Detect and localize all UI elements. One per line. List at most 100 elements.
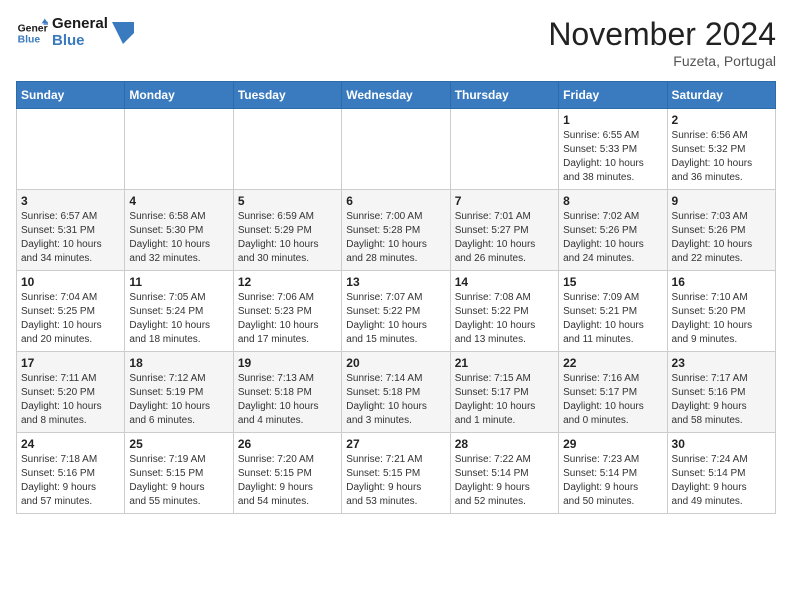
day-number: 8: [563, 194, 662, 208]
calendar-cell: 28Sunrise: 7:22 AM Sunset: 5:14 PM Dayli…: [450, 433, 558, 514]
day-number: 12: [238, 275, 337, 289]
day-number: 18: [129, 356, 228, 370]
day-number: 7: [455, 194, 554, 208]
day-number: 16: [672, 275, 771, 289]
day-number: 20: [346, 356, 445, 370]
calendar-cell: [342, 109, 450, 190]
day-info: Sunrise: 7:02 AM Sunset: 5:26 PM Dayligh…: [563, 210, 662, 266]
day-info: Sunrise: 7:07 AM Sunset: 5:22 PM Dayligh…: [346, 291, 445, 347]
calendar-cell: 19 Sunrise: 7:13 AM Sunset: 5:18 PM Dayli…: [233, 352, 341, 433]
day-info: Sunrise: 7:24 AM Sunset: 5:14 PM Dayligh…: [672, 453, 771, 509]
day-info: Sunrise: 7:17 AM Sunset: 5:16 PM Dayligh…: [672, 372, 771, 428]
day-number: 3: [21, 194, 120, 208]
logo: General Blue General Blue: [16, 16, 134, 49]
svg-text:General: General: [18, 23, 48, 34]
day-info: Sunrise: 6:56 AM Sunset: 5:32 PM Dayligh…: [672, 129, 771, 185]
day-number: 10: [21, 275, 120, 289]
week-row-1: 1Sunrise: 6:55 AM Sunset: 5:33 PM Daylig…: [17, 109, 776, 190]
header-row: SundayMondayTuesdayWednesdayThursdayFrid…: [17, 82, 776, 109]
day-info: Sunrise: 7:21 AM Sunset: 5:15 PM Dayligh…: [346, 453, 445, 509]
calendar-cell: 27 Sunrise: 7:21 AM Sunset: 5:15 PM Dayli…: [342, 433, 450, 514]
day-number: 23: [672, 356, 771, 370]
calendar-cell: 15Sunrise: 7:09 AM Sunset: 5:21 PM Dayli…: [559, 271, 667, 352]
svg-text:Blue: Blue: [18, 34, 41, 45]
day-info: Sunrise: 7:20 AM Sunset: 5:15 PM Dayligh…: [238, 453, 337, 509]
day-info: Sunrise: 7:12 AM Sunset: 5:19 PM Dayligh…: [129, 372, 228, 428]
day-number: 4: [129, 194, 228, 208]
day-info: Sunrise: 7:18 AM Sunset: 5:16 PM Dayligh…: [21, 453, 120, 509]
calendar-cell: 18 Sunrise: 7:12 AM Sunset: 5:19 PM Dayli…: [125, 352, 233, 433]
day-number: 11: [129, 275, 228, 289]
calendar-cell: 17Sunrise: 7:11 AM Sunset: 5:20 PM Dayli…: [17, 352, 125, 433]
day-number: 5: [238, 194, 337, 208]
logo-blue: Blue: [52, 33, 108, 50]
calendar-cell: [125, 109, 233, 190]
calendar-cell: 5 Sunrise: 6:59 AM Sunset: 5:29 PM Daylig…: [233, 190, 341, 271]
day-info: Sunrise: 7:15 AM Sunset: 5:17 PM Dayligh…: [455, 372, 554, 428]
day-info: Sunrise: 7:06 AM Sunset: 5:23 PM Dayligh…: [238, 291, 337, 347]
logo-chevron-icon: [112, 22, 134, 44]
day-info: Sunrise: 7:01 AM Sunset: 5:27 PM Dayligh…: [455, 210, 554, 266]
month-title: November 2024: [548, 16, 776, 53]
day-number: 26: [238, 437, 337, 451]
day-number: 2: [672, 113, 771, 127]
day-number: 25: [129, 437, 228, 451]
day-info: Sunrise: 7:00 AM Sunset: 5:28 PM Dayligh…: [346, 210, 445, 266]
day-header-monday: Monday: [125, 82, 233, 109]
week-row-5: 24 Sunrise: 7:18 AM Sunset: 5:16 PM Dayli…: [17, 433, 776, 514]
calendar-cell: 29Sunrise: 7:23 AM Sunset: 5:14 PM Dayli…: [559, 433, 667, 514]
day-info: Sunrise: 7:22 AM Sunset: 5:14 PM Dayligh…: [455, 453, 554, 509]
day-info: Sunrise: 7:10 AM Sunset: 5:20 PM Dayligh…: [672, 291, 771, 347]
calendar-cell: [17, 109, 125, 190]
calendar-cell: 6Sunrise: 7:00 AM Sunset: 5:28 PM Daylig…: [342, 190, 450, 271]
day-number: 15: [563, 275, 662, 289]
page-header: General Blue General Blue November 2024 …: [16, 16, 776, 69]
day-header-sunday: Sunday: [17, 82, 125, 109]
calendar-cell: 16 Sunrise: 7:10 AM Sunset: 5:20 PM Dayli…: [667, 271, 775, 352]
day-number: 21: [455, 356, 554, 370]
calendar-cell: 24 Sunrise: 7:18 AM Sunset: 5:16 PM Dayli…: [17, 433, 125, 514]
calendar-cell: 9Sunrise: 7:03 AM Sunset: 5:26 PM Daylig…: [667, 190, 775, 271]
calendar-cell: 1Sunrise: 6:55 AM Sunset: 5:33 PM Daylig…: [559, 109, 667, 190]
week-row-3: 10 Sunrise: 7:04 AM Sunset: 5:25 PM Dayli…: [17, 271, 776, 352]
day-number: 27: [346, 437, 445, 451]
title-block: November 2024 Fuzeta, Portugal: [548, 16, 776, 69]
day-info: Sunrise: 6:57 AM Sunset: 5:31 PM Dayligh…: [21, 210, 120, 266]
day-header-tuesday: Tuesday: [233, 82, 341, 109]
day-number: 24: [21, 437, 120, 451]
calendar-cell: 12 Sunrise: 7:06 AM Sunset: 5:23 PM Dayli…: [233, 271, 341, 352]
day-number: 22: [563, 356, 662, 370]
day-header-wednesday: Wednesday: [342, 82, 450, 109]
day-info: Sunrise: 7:04 AM Sunset: 5:25 PM Dayligh…: [21, 291, 120, 347]
calendar-cell: 26 Sunrise: 7:20 AM Sunset: 5:15 PM Dayli…: [233, 433, 341, 514]
calendar-cell: 13 Sunrise: 7:07 AM Sunset: 5:22 PM Dayli…: [342, 271, 450, 352]
day-info: Sunrise: 7:11 AM Sunset: 5:20 PM Dayligh…: [21, 372, 120, 428]
calendar-cell: 22 Sunrise: 7:16 AM Sunset: 5:17 PM Dayli…: [559, 352, 667, 433]
day-info: Sunrise: 7:16 AM Sunset: 5:17 PM Dayligh…: [563, 372, 662, 428]
calendar-cell: 3 Sunrise: 6:57 AM Sunset: 5:31 PM Daylig…: [17, 190, 125, 271]
week-row-4: 17Sunrise: 7:11 AM Sunset: 5:20 PM Dayli…: [17, 352, 776, 433]
day-info: Sunrise: 6:59 AM Sunset: 5:29 PM Dayligh…: [238, 210, 337, 266]
day-header-thursday: Thursday: [450, 82, 558, 109]
day-number: 1: [563, 113, 662, 127]
calendar-cell: 7 Sunrise: 7:01 AM Sunset: 5:27 PM Daylig…: [450, 190, 558, 271]
calendar-cell: 2 Sunrise: 6:56 AM Sunset: 5:32 PM Daylig…: [667, 109, 775, 190]
day-info: Sunrise: 7:19 AM Sunset: 5:15 PM Dayligh…: [129, 453, 228, 509]
day-number: 30: [672, 437, 771, 451]
day-number: 29: [563, 437, 662, 451]
day-header-saturday: Saturday: [667, 82, 775, 109]
day-number: 19: [238, 356, 337, 370]
day-header-friday: Friday: [559, 82, 667, 109]
day-info: Sunrise: 7:13 AM Sunset: 5:18 PM Dayligh…: [238, 372, 337, 428]
day-info: Sunrise: 7:03 AM Sunset: 5:26 PM Dayligh…: [672, 210, 771, 266]
day-number: 14: [455, 275, 554, 289]
logo-icon: General Blue: [16, 17, 48, 49]
calendar-cell: 30 Sunrise: 7:24 AM Sunset: 5:14 PM Dayli…: [667, 433, 775, 514]
calendar-cell: [233, 109, 341, 190]
calendar-cell: 11Sunrise: 7:05 AM Sunset: 5:24 PM Dayli…: [125, 271, 233, 352]
calendar-cell: [450, 109, 558, 190]
calendar-cell: 4Sunrise: 6:58 AM Sunset: 5:30 PM Daylig…: [125, 190, 233, 271]
calendar-cell: 21 Sunrise: 7:15 AM Sunset: 5:17 PM Dayli…: [450, 352, 558, 433]
day-number: 13: [346, 275, 445, 289]
day-info: Sunrise: 7:08 AM Sunset: 5:22 PM Dayligh…: [455, 291, 554, 347]
